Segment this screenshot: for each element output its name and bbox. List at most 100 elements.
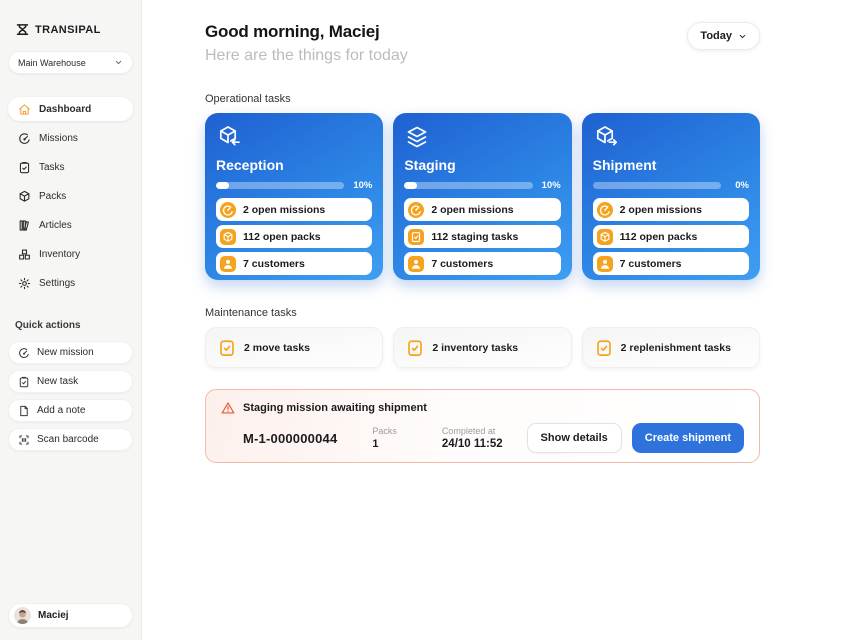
quick-action-label: Scan barcode [37,434,99,445]
books-icon [18,219,31,232]
completed-at-label: Completed at [442,426,503,436]
sidebar-item-packs[interactable]: Packs [8,184,133,208]
page-header: Good morning, Maciej Here are the things… [205,22,760,65]
open-missions-row[interactable]: 2 open missions [404,198,560,221]
clipboard-icon [18,376,30,388]
sidebar-item-settings[interactable]: Settings [8,271,133,295]
customers-row[interactable]: 7 customers [216,252,372,275]
sidebar-item-tasks[interactable]: Tasks [8,155,133,179]
inventory-tasks-card[interactable]: 2 inventory tasks [393,327,571,368]
sidebar-item-inventory[interactable]: Inventory [8,242,133,266]
quick-actions: New mission New task Add a note Scan bar… [8,341,133,451]
maintenance-cards: 2 move tasks 2 inventory tasks 2 repleni… [205,327,760,368]
boxes-icon [18,248,31,261]
open-missions-row[interactable]: 2 open missions [216,198,372,221]
progress-label: 10% [352,180,372,191]
progress-fill [216,182,229,189]
warning-triangle-icon [221,401,235,415]
gauge-badge-icon [220,202,236,218]
warehouse-selector[interactable]: Main Warehouse [8,51,133,74]
gear-icon [18,277,31,290]
sidebar: TRANSIPAL Main Warehouse Dashboard Missi… [0,0,142,640]
maintenance-tasks-title: Maintenance tasks [205,307,760,319]
sidebar-item-label: Inventory [39,249,80,260]
staging-tasks-row[interactable]: 112 staging tasks [404,225,560,248]
user-menu[interactable]: Maciej [8,603,133,628]
note-icon [18,405,30,417]
move-tasks-card[interactable]: 2 move tasks [205,327,383,368]
completed-at-value: 24/10 11:52 [442,438,503,450]
open-packs-row[interactable]: 112 open packs [216,225,372,248]
sidebar-item-articles[interactable]: Articles [8,213,133,237]
transipal-logo-icon [15,22,30,37]
layers-icon [404,124,430,150]
clipboard-badge-icon [408,229,424,245]
gauge-icon [18,132,31,145]
gauge-badge-icon [408,202,424,218]
progress-label: 0% [729,180,749,191]
person-badge-icon [220,256,236,272]
sidebar-nav: Dashboard Missions Tasks Packs Articles … [8,97,133,295]
packs-value: 1 [372,438,397,450]
barcode-scan-icon [18,434,30,446]
clipboard-icon [18,161,31,174]
alert-title: Staging mission awaiting shipment [243,402,427,414]
quick-action-label: New task [37,376,78,387]
person-badge-icon [408,256,424,272]
clipboard-check-icon [406,339,424,357]
card-title: Staging [404,157,560,173]
period-selector-button[interactable]: Today [687,22,760,50]
cube-badge-icon [220,229,236,245]
clipboard-check-icon [595,339,613,357]
sidebar-item-missions[interactable]: Missions [8,126,133,150]
avatar [14,607,31,624]
progress-fill [404,182,417,189]
clipboard-check-icon [218,339,236,357]
customers-row[interactable]: 7 customers [404,252,560,275]
cube-badge-icon [597,229,613,245]
quick-actions-title: Quick actions [8,320,133,331]
home-icon [18,103,31,116]
chevron-down-icon [114,58,123,67]
row-label: 112 open packs [243,231,321,243]
gauge-badge-icon [597,202,613,218]
app-name: TRANSIPAL [35,24,101,36]
row-label: 2 open missions [431,204,513,216]
progress-bar: 10% [404,180,560,191]
warehouse-selector-label: Main Warehouse [18,58,86,68]
scan-barcode-button[interactable]: Scan barcode [8,428,133,451]
new-mission-button[interactable]: New mission [8,341,133,364]
progress-bar: 10% [216,180,372,191]
period-selector-label: Today [700,30,732,42]
packs-meta: Packs 1 [372,426,397,450]
reception-card[interactable]: Reception 10% 2 open missions 112 open p… [205,113,383,280]
replenishment-tasks-card[interactable]: 2 replenishment tasks [582,327,760,368]
show-details-button[interactable]: Show details [527,423,622,453]
staging-card[interactable]: Staging 10% 2 open missions 112 staging … [393,113,571,280]
row-label: 112 staging tasks [431,231,518,243]
row-label: 7 customers [243,258,305,270]
sidebar-item-label: Packs [39,191,66,202]
maintenance-card-label: 2 move tasks [244,342,310,354]
sidebar-item-label: Articles [39,220,72,231]
customers-row[interactable]: 7 customers [593,252,749,275]
cube-icon [18,190,31,203]
mission-id: M-1-000000044 [243,431,337,446]
progress-bar: 0% [593,180,749,191]
create-shipment-button[interactable]: Create shipment [632,423,744,453]
staging-alert-card: Staging mission awaiting shipment M-1-00… [205,389,760,463]
operational-tasks-title: Operational tasks [205,93,760,105]
shipment-card[interactable]: Shipment 0% 2 open missions 112 open pac… [582,113,760,280]
sidebar-item-label: Settings [39,278,75,289]
card-title: Shipment [593,157,749,173]
new-task-button[interactable]: New task [8,370,133,393]
maintenance-card-label: 2 inventory tasks [432,342,518,354]
open-packs-row[interactable]: 112 open packs [593,225,749,248]
row-label: 112 open packs [620,231,698,243]
sidebar-item-dashboard[interactable]: Dashboard [8,97,133,121]
add-note-button[interactable]: Add a note [8,399,133,422]
open-missions-row[interactable]: 2 open missions [593,198,749,221]
row-label: 7 customers [431,258,493,270]
card-title: Reception [216,157,372,173]
progress-label: 10% [541,180,561,191]
